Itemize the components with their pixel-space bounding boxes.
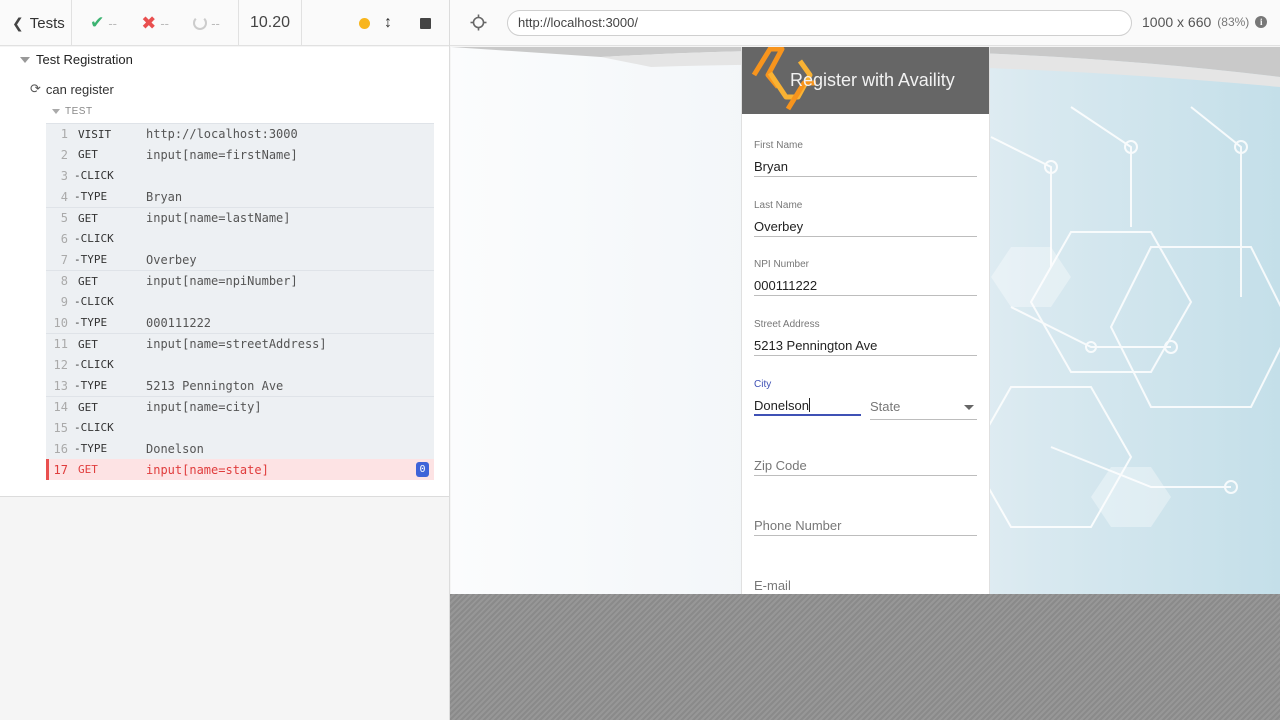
test-title-text: can register bbox=[45, 81, 114, 97]
stats-bar: ✔ -- ✖ -- -- bbox=[72, 0, 239, 46]
pending-stat: -- bbox=[193, 16, 220, 31]
pending-circle-icon bbox=[193, 16, 208, 30]
duration: 10.20 bbox=[239, 0, 302, 46]
email-input[interactable]: E-mail bbox=[754, 576, 977, 594]
phone-number-input[interactable]: Phone Number bbox=[754, 516, 977, 536]
command-row[interactable]: 2 GET input[name=firstName] bbox=[46, 144, 434, 165]
section-label: TEST bbox=[65, 106, 93, 117]
runnables: Test Registration ⟳ can register TEST 1 … bbox=[0, 47, 449, 497]
refresh-icon: ⟳ bbox=[30, 81, 41, 96]
command-row[interactable]: 14 GET input[name=city] bbox=[46, 396, 434, 417]
failed-count: -- bbox=[160, 15, 169, 31]
url-field[interactable]: http://localhost:3000/ bbox=[507, 10, 1132, 36]
command-row[interactable]: 16 -TYPE Donelson bbox=[46, 438, 434, 459]
command-row[interactable]: 3 -CLICK bbox=[46, 165, 434, 186]
state-placeholder: State bbox=[870, 399, 901, 414]
back-to-tests-button[interactable]: ❮ Tests bbox=[0, 0, 72, 46]
email-field[interactable]: E-mail bbox=[754, 576, 977, 594]
stop-icon[interactable] bbox=[420, 17, 431, 29]
command-row[interactable]: 15 -CLICK bbox=[46, 417, 434, 438]
element-count-badge: 0 bbox=[416, 462, 429, 477]
check-icon: ✔ bbox=[90, 13, 105, 32]
info-icon[interactable]: i bbox=[1255, 16, 1268, 28]
command-row[interactable]: 1 VISIT http://localhost:3000 bbox=[46, 123, 434, 144]
passed-stat: ✔ -- bbox=[90, 13, 117, 33]
phone-number-field[interactable]: Phone Number bbox=[754, 516, 977, 536]
suite-title-text: Test Registration bbox=[36, 52, 133, 67]
preview-header: http://localhost:3000/ 1000 x 660 (83%) … bbox=[450, 0, 1280, 46]
city-field[interactable]: City Donelson bbox=[754, 379, 861, 416]
zip-code-field[interactable]: Zip Code bbox=[754, 456, 977, 476]
reporter-header: ❮ Tests ✔ -- ✖ -- -- 10.20 ↕ bbox=[0, 0, 449, 46]
text-caret bbox=[808, 398, 810, 412]
command-row[interactable]: 11 GET input[name=streetAddress] bbox=[46, 333, 434, 354]
city-input[interactable]: Donelson bbox=[754, 396, 861, 416]
command-row[interactable]: 7 -TYPE Overbey bbox=[46, 249, 434, 270]
last-name-input[interactable]: Overbey bbox=[754, 217, 977, 237]
x-icon: ✖ bbox=[141, 12, 157, 33]
command-row[interactable]: 12 -CLICK bbox=[46, 354, 434, 375]
npi-number-field[interactable]: NPI Number 000111222 bbox=[754, 259, 977, 296]
cypress-runner: ❮ Tests ✔ -- ✖ -- -- 10.20 ↕ Test Regist… bbox=[0, 0, 1280, 720]
city-value: Donelson bbox=[754, 398, 809, 413]
card-title: Register with Availity bbox=[790, 70, 955, 90]
viewport-size: 1000 x 660 bbox=[1142, 14, 1212, 30]
section-header[interactable]: TEST bbox=[52, 106, 93, 117]
app-under-test: Register with Availity First Name Bryan … bbox=[451, 47, 1280, 594]
viewport-info: 1000 x 660 (83%) i bbox=[1142, 14, 1268, 30]
pending-count: -- bbox=[211, 15, 220, 31]
command-row[interactable]: 13 -TYPE 5213 Pennington Ave bbox=[46, 375, 434, 396]
command-row[interactable]: 9 -CLICK bbox=[46, 291, 434, 312]
collapse-triangle-icon bbox=[52, 109, 60, 114]
card-header: Register with Availity bbox=[742, 47, 989, 114]
collapse-triangle-icon bbox=[20, 56, 30, 63]
viewport-overflow-area bbox=[450, 594, 1280, 720]
dropdown-arrow-icon bbox=[964, 405, 974, 410]
app-preview: http://localhost:3000/ 1000 x 660 (83%) … bbox=[450, 0, 1280, 720]
register-card: Register with Availity First Name Bryan … bbox=[741, 47, 990, 594]
command-row[interactable]: 4 -TYPE Bryan bbox=[46, 186, 434, 207]
back-label: Tests bbox=[29, 14, 65, 32]
command-row-failed[interactable]: 17 GET input[name=state] 0 bbox=[46, 459, 434, 480]
npi-number-input[interactable]: 000111222 bbox=[754, 276, 977, 296]
command-row[interactable]: 5 GET input[name=lastName] bbox=[46, 207, 434, 228]
state-select[interactable]: State bbox=[870, 397, 977, 420]
running-indicator-icon bbox=[359, 17, 370, 29]
street-address-input[interactable]: 5213 Pennington Ave bbox=[754, 336, 977, 356]
first-name-field[interactable]: First Name Bryan bbox=[754, 140, 977, 177]
suite-title[interactable]: Test Registration bbox=[20, 52, 133, 67]
command-row[interactable]: 6 -CLICK bbox=[46, 228, 434, 249]
failed-stat: ✖ -- bbox=[141, 13, 169, 34]
last-name-field[interactable]: Last Name Overbey bbox=[754, 200, 977, 237]
command-list: 1 VISIT http://localhost:3000 2 GET inpu… bbox=[46, 123, 434, 480]
test-title[interactable]: ⟳ can register bbox=[30, 81, 114, 97]
selector-playground-icon[interactable] bbox=[470, 14, 487, 31]
auto-scroll-icon[interactable]: ↕ bbox=[384, 14, 392, 32]
passed-count: -- bbox=[108, 15, 118, 31]
reporter-panel: ❮ Tests ✔ -- ✖ -- -- 10.20 ↕ Test Regist… bbox=[0, 0, 450, 720]
viewport-scale: (83%) bbox=[1217, 15, 1250, 29]
chevron-left-icon: ❮ bbox=[12, 14, 24, 31]
run-controls: ↕ bbox=[302, 0, 449, 46]
command-row[interactable]: 10 -TYPE 000111222 bbox=[46, 312, 434, 333]
zip-code-input[interactable]: Zip Code bbox=[754, 456, 977, 476]
first-name-input[interactable]: Bryan bbox=[754, 157, 977, 177]
command-row[interactable]: 8 GET input[name=npiNumber] bbox=[46, 270, 434, 291]
street-address-field[interactable]: Street Address 5213 Pennington Ave bbox=[754, 319, 977, 356]
